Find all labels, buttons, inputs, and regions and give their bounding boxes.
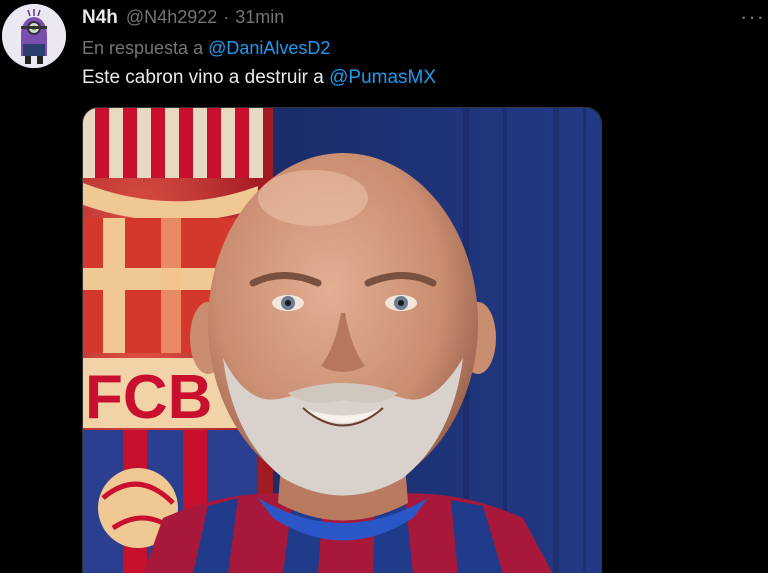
separator: · bbox=[223, 7, 230, 27]
author-handle[interactable]: @N4h2922 bbox=[126, 7, 217, 28]
tweet-text-body: Este cabron vino a destruir a bbox=[82, 67, 324, 88]
replying-to: En respuesta a @DaniAlvesD2 bbox=[82, 38, 330, 59]
tweet-header: N4h @N4h2922 · 31min bbox=[82, 7, 284, 29]
crest-text: FCB bbox=[85, 363, 212, 432]
tweet[interactable]: N4h @N4h2922 · 31min ··· En respuesta a … bbox=[0, 0, 768, 573]
more-horizontal-icon[interactable]: ··· bbox=[740, 6, 765, 28]
avatar-image bbox=[2, 4, 66, 68]
timestamp[interactable]: 31min bbox=[235, 7, 284, 28]
avatar[interactable] bbox=[2, 4, 66, 68]
replying-to-link[interactable]: @DaniAlvesD2 bbox=[208, 38, 330, 58]
mention-link[interactable]: @PumasMX bbox=[329, 67, 436, 88]
media-photo: FCB bbox=[83, 108, 601, 573]
author-name[interactable]: N4h bbox=[82, 7, 118, 29]
tweet-text: Este cabron vino a destruir a @PumasMX bbox=[82, 67, 436, 89]
tweet-media[interactable]: FCB bbox=[82, 107, 602, 573]
replying-prefix: En respuesta a bbox=[82, 38, 204, 58]
